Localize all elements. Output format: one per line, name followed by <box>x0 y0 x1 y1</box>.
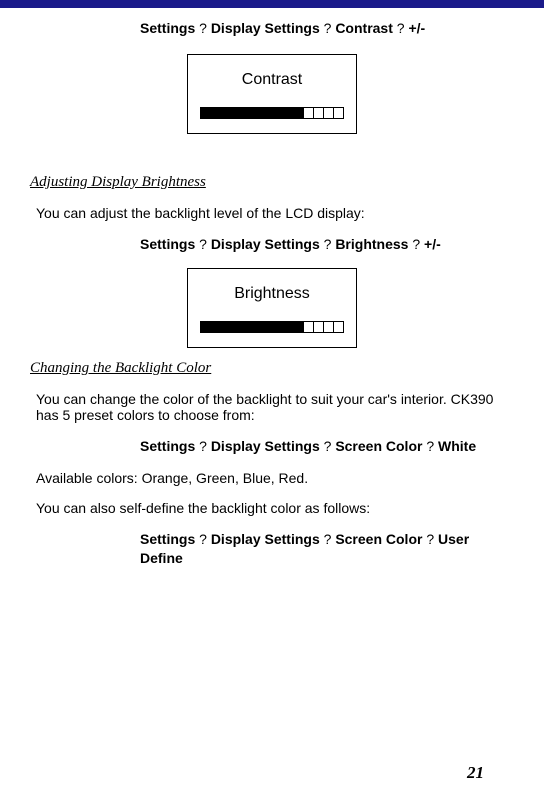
crumb: Display Settings <box>211 20 320 36</box>
breadcrumb-contrast: Settings ? Display Settings ? Contrast ?… <box>30 20 514 36</box>
crumb: +/- <box>424 236 441 252</box>
crumb-sep: ? <box>199 236 207 252</box>
crumb-sep: ? <box>324 20 332 36</box>
body-text: Available colors: Orange, Green, Blue, R… <box>30 470 514 486</box>
breadcrumb-screen-color-user: Settings ? Display Settings ? Screen Col… <box>30 530 514 568</box>
crumb: Contrast <box>335 20 393 36</box>
crumb: Settings <box>140 438 195 454</box>
section-heading-backlight: Changing the Backlight Color <box>30 360 514 377</box>
crumb: +/- <box>408 20 425 36</box>
screen-title: Contrast <box>200 71 344 89</box>
body-text: You can change the color of the backligh… <box>30 391 514 423</box>
crumb-sep: ? <box>412 236 420 252</box>
page-number: 21 <box>467 763 484 783</box>
progress-bar <box>200 107 344 119</box>
breadcrumb-screen-color-white: Settings ? Display Settings ? Screen Col… <box>30 437 514 456</box>
body-text: You can adjust the backlight level of th… <box>30 205 514 221</box>
crumb: Screen Color <box>335 438 422 454</box>
section-heading-brightness: Adjusting Display Brightness <box>30 174 514 191</box>
crumb-sep: ? <box>426 438 434 454</box>
progress-bar <box>200 321 344 333</box>
crumb-sep: ? <box>426 531 434 547</box>
screen-title: Brightness <box>200 285 344 303</box>
crumb: Brightness <box>335 236 408 252</box>
crumb-sep: ? <box>324 438 332 454</box>
crumb: Settings <box>140 531 195 547</box>
crumb-sep: ? <box>397 20 405 36</box>
crumb-sep: ? <box>199 20 207 36</box>
crumb: Display Settings <box>211 236 320 252</box>
contrast-screen: Contrast <box>187 54 357 134</box>
top-divider <box>0 0 544 8</box>
crumb: Settings <box>140 20 195 36</box>
crumb: Display Settings <box>211 531 320 547</box>
crumb: Display Settings <box>211 438 320 454</box>
crumb-sep: ? <box>324 531 332 547</box>
crumb-sep: ? <box>199 438 207 454</box>
body-text: You can also self-define the backlight c… <box>30 500 514 516</box>
page-content: Settings ? Display Settings ? Contrast ?… <box>0 8 544 568</box>
crumb-sep: ? <box>199 531 207 547</box>
brightness-screen: Brightness <box>187 268 357 348</box>
breadcrumb-brightness: Settings ? Display Settings ? Brightness… <box>30 235 514 254</box>
crumb: White <box>438 438 476 454</box>
crumb: Settings <box>140 236 195 252</box>
crumb-sep: ? <box>324 236 332 252</box>
crumb: Screen Color <box>335 531 422 547</box>
